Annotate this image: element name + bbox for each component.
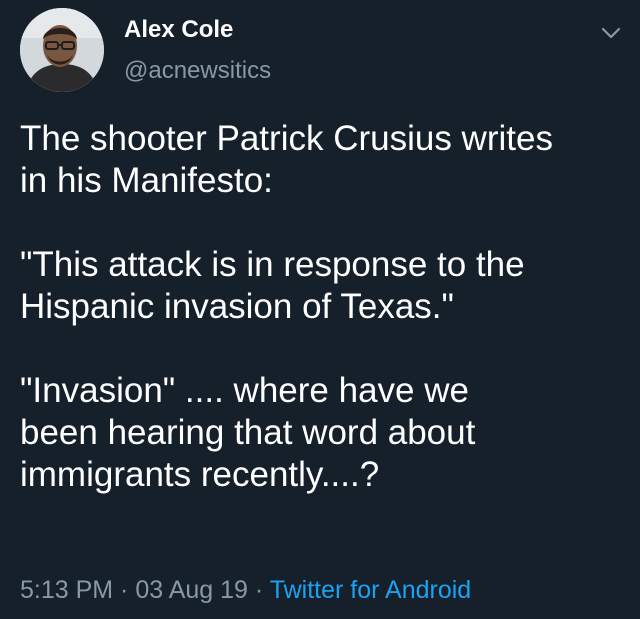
tweet-paragraph: "Invasion" .... where have we been heari… xyxy=(20,371,476,494)
tweet-text: The shooter Patrick Crusius writes in hi… xyxy=(20,118,630,496)
tweet-paragraph: The shooter Patrick Crusius writes in hi… xyxy=(20,119,553,200)
tweet-paragraph: "This attack is in response to the Hispa… xyxy=(20,245,525,326)
chevron-down-icon[interactable] xyxy=(596,20,626,46)
metadata-separator: · xyxy=(247,576,270,604)
avatar[interactable] xyxy=(20,8,104,92)
tweet-card: Alex Cole @acnewsitics The shooter Patri… xyxy=(0,0,640,619)
tweet-source-link[interactable]: Twitter for Android xyxy=(270,576,471,604)
metadata-separator: · xyxy=(113,576,136,604)
tweet-time[interactable]: 5:13 PM xyxy=(20,576,113,604)
author-display-name[interactable]: Alex Cole xyxy=(124,14,233,46)
tweet-metadata: 5:13 PM · 03 Aug 19 · Twitter for Androi… xyxy=(20,574,471,606)
author-handle[interactable]: @acnewsitics xyxy=(124,56,271,86)
tweet-date[interactable]: 03 Aug 19 xyxy=(135,576,248,604)
avatar-image xyxy=(20,8,104,92)
